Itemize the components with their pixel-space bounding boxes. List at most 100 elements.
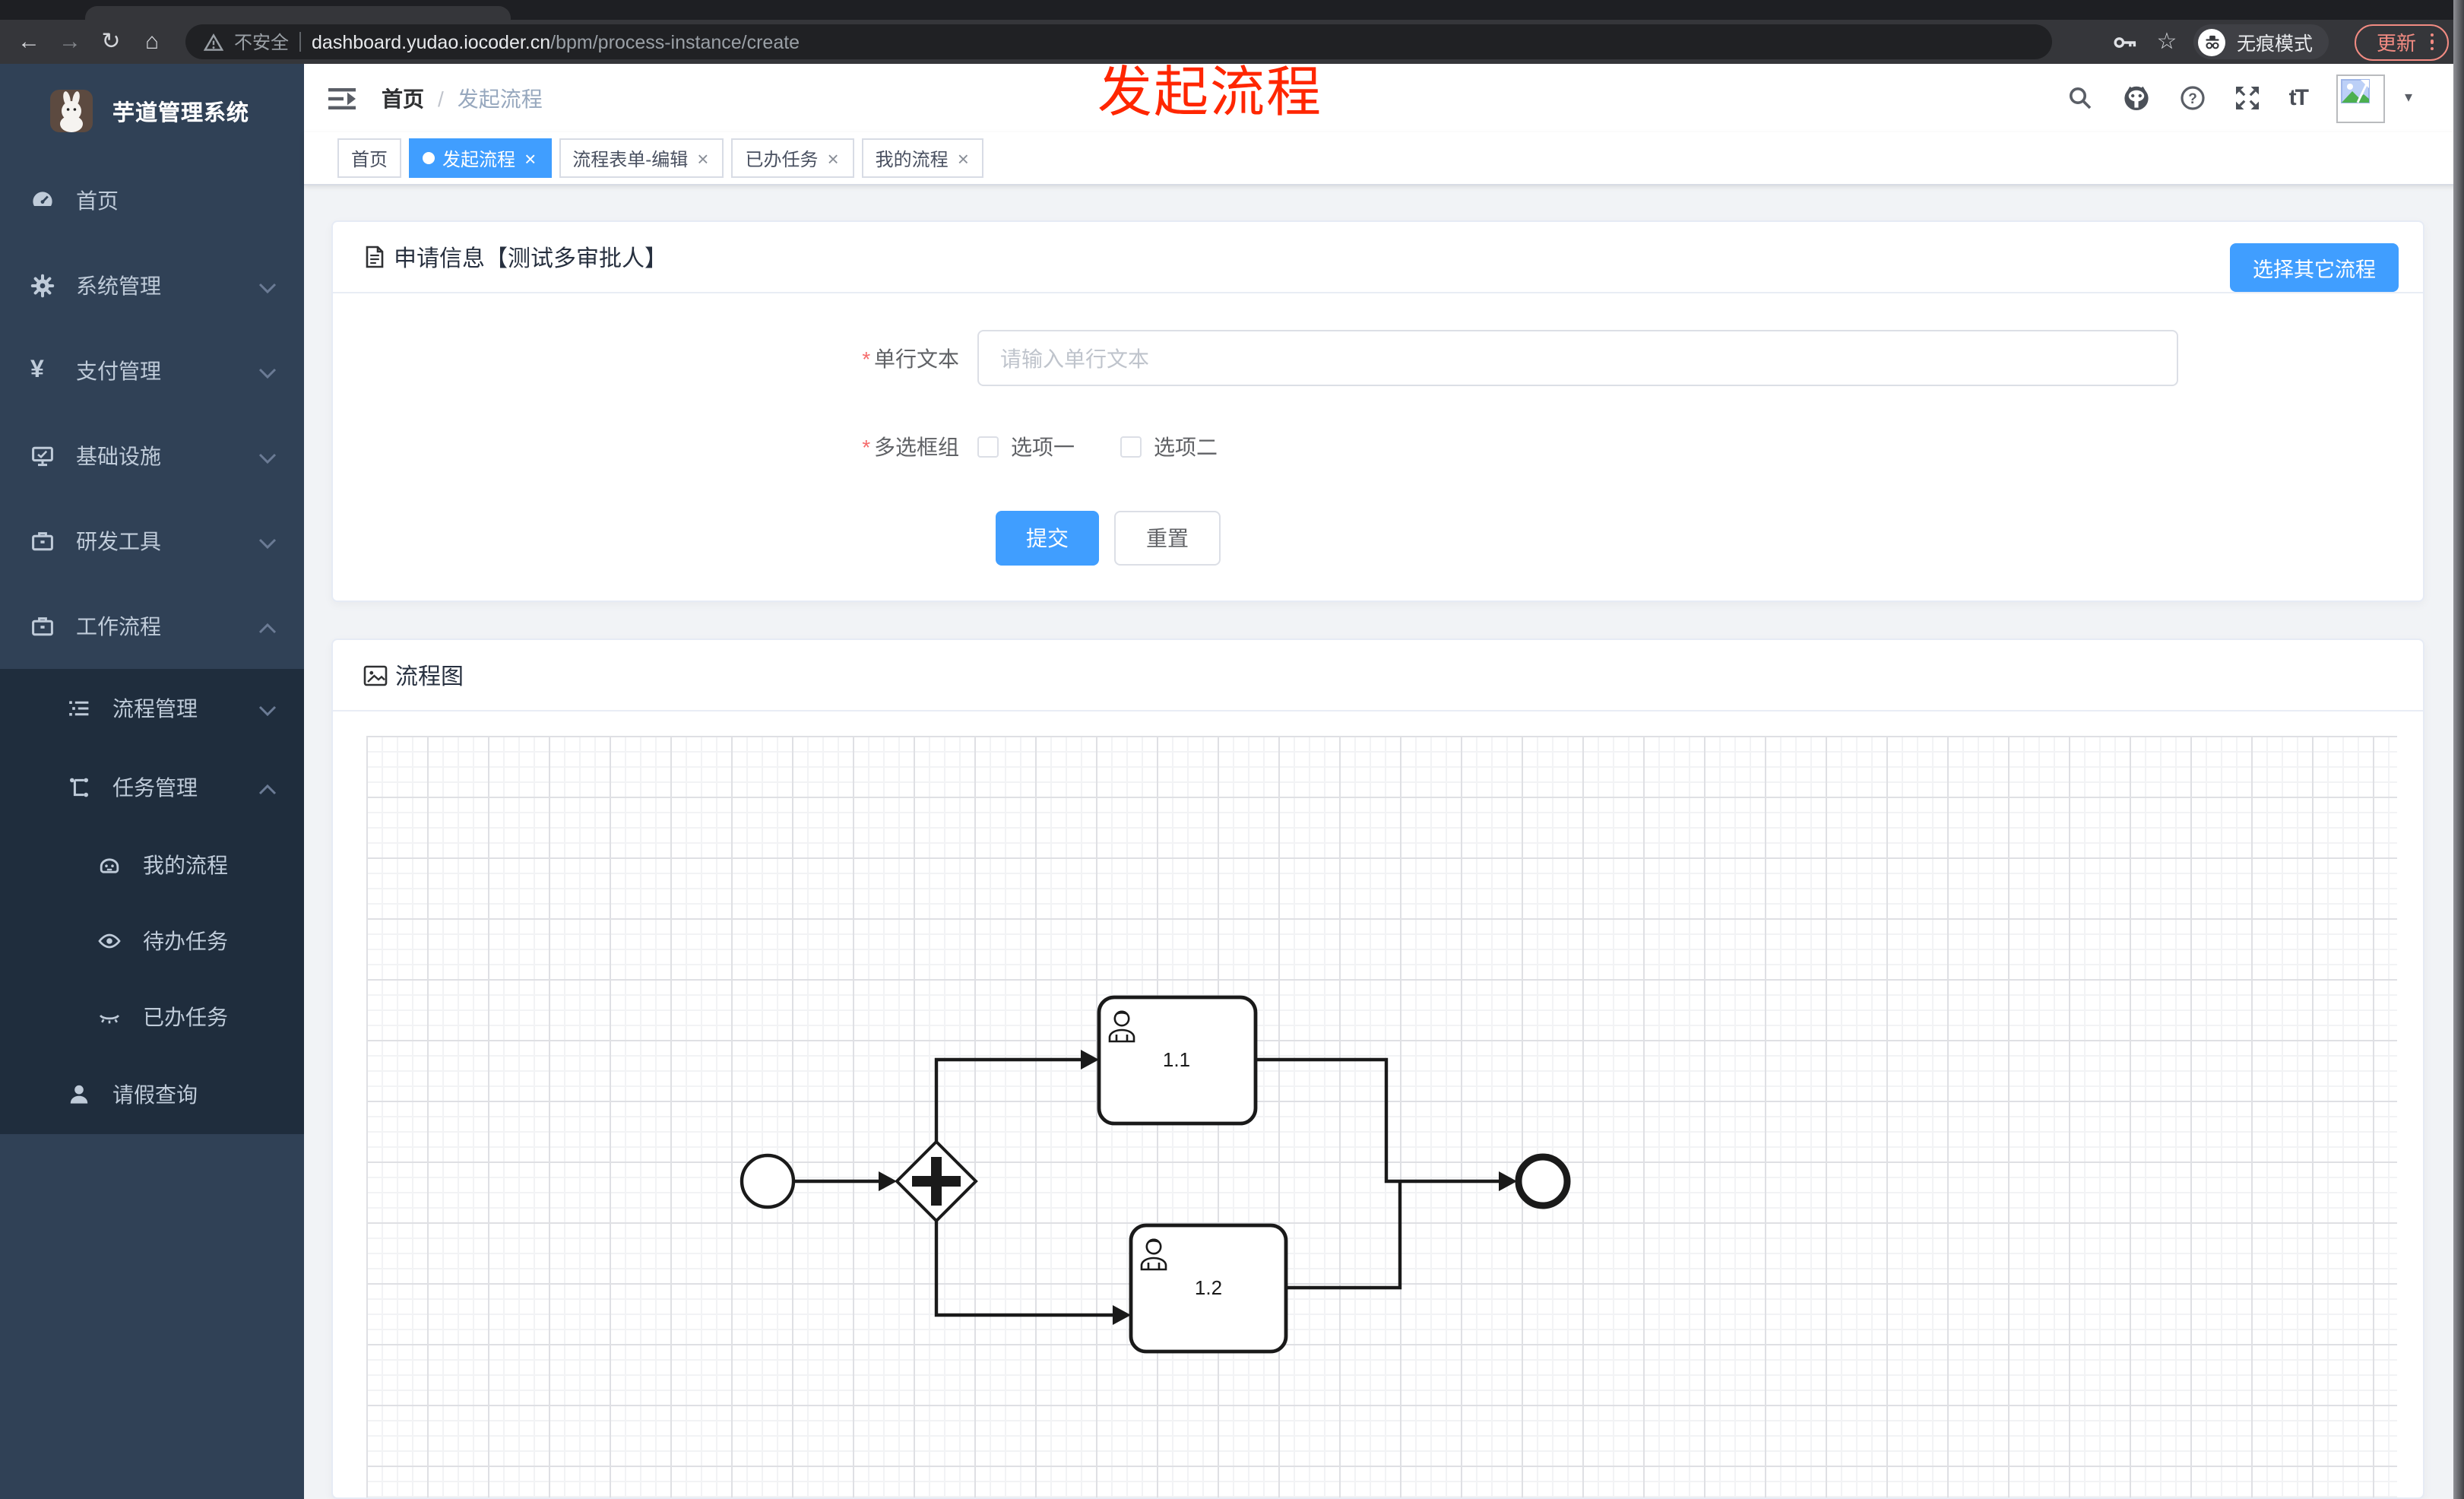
checkbox-option-1[interactable]: 选项一 bbox=[977, 432, 1075, 462]
bpmn-user-task-1-2[interactable]: 1.2 bbox=[1129, 1223, 1288, 1354]
apply-info-card: 申请信息【测试多审批人】 选择其它流程 *单行文本 *多选框组 选项一 bbox=[331, 220, 2424, 602]
sidebar-item-label: 首页 bbox=[76, 189, 119, 213]
breadcrumb-home[interactable]: 首页 bbox=[382, 83, 424, 113]
key-icon[interactable] bbox=[2114, 30, 2139, 54]
svg-text:?: ? bbox=[2188, 91, 2197, 107]
sidebar-item-label: 研发工具 bbox=[76, 529, 161, 553]
update-label: 更新 bbox=[2376, 32, 2416, 55]
font-size-icon[interactable]: tT bbox=[2289, 85, 2309, 111]
bpmn-user-task-1-1[interactable]: 1.1 bbox=[1097, 995, 1258, 1126]
sidebar-item-label: 工作流程 bbox=[76, 614, 161, 639]
sidebar-item-home[interactable]: 首页 bbox=[0, 158, 304, 243]
tab-start-process[interactable]: 发起流程 × bbox=[409, 138, 552, 178]
app-logo-row[interactable]: 芋道管理系统 bbox=[0, 64, 304, 158]
browser-active-tab[interactable] bbox=[85, 6, 511, 20]
sidebar-item-todo-tasks[interactable]: 待办任务 bbox=[0, 903, 304, 979]
checkbox-label: 选项一 bbox=[1011, 435, 1075, 459]
single-line-text-input[interactable] bbox=[977, 330, 2178, 386]
broken-image-icon bbox=[2340, 78, 2370, 103]
bpmn-end-event[interactable] bbox=[1515, 1153, 1571, 1209]
url-path: /bpm/process-instance/create bbox=[550, 31, 800, 52]
tab-label: 流程表单-编辑 bbox=[572, 148, 689, 170]
close-icon[interactable]: × bbox=[956, 148, 971, 168]
chevron-down-icon bbox=[258, 444, 277, 468]
robot-face-icon bbox=[97, 853, 122, 877]
search-icon[interactable] bbox=[2067, 85, 2093, 111]
bpmn-start-event[interactable] bbox=[740, 1153, 796, 1209]
checkbox-option-2[interactable]: 选项二 bbox=[1120, 432, 1218, 462]
user-icon bbox=[67, 1082, 91, 1107]
workflow-submenu: 流程管理 任务管理 我的流程 待办任务 已办任务 请假查询 bbox=[0, 669, 304, 1134]
help-icon[interactable]: ? bbox=[2180, 85, 2206, 111]
reload-icon[interactable]: ↻ bbox=[97, 30, 125, 53]
tab-my-process[interactable]: 我的流程 × bbox=[861, 138, 984, 178]
browser-update-button[interactable]: 更新 bbox=[2355, 24, 2449, 60]
bpmn-parallel-gateway[interactable] bbox=[895, 1139, 978, 1223]
checkbox-label: 选项二 bbox=[1154, 435, 1218, 459]
forward-icon[interactable]: → bbox=[56, 30, 84, 53]
choose-other-process-button[interactable]: 选择其它流程 bbox=[2230, 243, 2399, 292]
sidebar-item-my-process[interactable]: 我的流程 bbox=[0, 827, 304, 903]
sidebar-item-devtools[interactable]: 研发工具 bbox=[0, 499, 304, 584]
sidebar-item-done-tasks[interactable]: 已办任务 bbox=[0, 979, 304, 1055]
incognito-icon bbox=[2198, 28, 2226, 55]
tags-view-bar: 首页 发起流程 × 流程表单-编辑 × 已办任务 × 我的流程 × bbox=[304, 132, 2464, 185]
github-icon[interactable] bbox=[2122, 84, 2151, 113]
sidebar-item-infra[interactable]: 基础设施 bbox=[0, 414, 304, 499]
chevron-up-icon bbox=[258, 775, 277, 800]
chevron-down-icon bbox=[258, 696, 277, 721]
close-icon[interactable]: × bbox=[695, 148, 710, 168]
breadcrumb-current: 发起流程 bbox=[457, 86, 543, 110]
caret-down-icon[interactable]: ▾ bbox=[2405, 90, 2412, 106]
submit-button[interactable]: 提交 bbox=[996, 511, 1099, 566]
app-title: 芋道管理系统 bbox=[112, 101, 249, 125]
active-dot bbox=[423, 152, 435, 164]
form-row-text: * 单行文本 bbox=[333, 330, 2423, 386]
tab-label: 发起流程 bbox=[442, 148, 516, 170]
fullscreen-icon[interactable] bbox=[2234, 85, 2260, 111]
chevron-up-icon bbox=[258, 614, 277, 639]
card-header: 申请信息【测试多审批人】 bbox=[333, 222, 2423, 293]
tab-label: 已办任务 bbox=[745, 148, 819, 170]
sidebar-item-process-mgmt[interactable]: 流程管理 bbox=[0, 669, 304, 748]
incognito-label: 无痕模式 bbox=[2236, 33, 2313, 55]
sidebar-item-payment[interactable]: ¥ 支付管理 bbox=[0, 328, 304, 414]
home-icon[interactable]: ⌂ bbox=[138, 30, 166, 53]
tab-form-edit[interactable]: 流程表单-编辑 × bbox=[559, 138, 724, 178]
gear-icon bbox=[30, 274, 55, 298]
close-icon[interactable]: × bbox=[523, 148, 537, 168]
breadcrumb-separator: / bbox=[438, 86, 444, 110]
sidebar-item-label: 请假查询 bbox=[112, 1082, 198, 1107]
sidebar-item-leave-query[interactable]: 请假查询 bbox=[0, 1055, 304, 1134]
bpmn-diagram: 1.1 1.2 bbox=[740, 995, 1571, 1354]
sidebar-toggle-icon[interactable] bbox=[327, 86, 357, 110]
field-label: * 多选框组 bbox=[861, 435, 959, 459]
checkbox-icon[interactable] bbox=[977, 436, 999, 458]
sidebar-item-label: 支付管理 bbox=[76, 359, 161, 383]
reset-button[interactable]: 重置 bbox=[1114, 511, 1221, 566]
window-edge-scrollbar[interactable] bbox=[2453, 0, 2464, 1499]
sidebar-item-system[interactable]: 系统管理 bbox=[0, 243, 304, 328]
divider bbox=[299, 32, 302, 52]
user-avatar[interactable] bbox=[2336, 74, 2385, 122]
chevron-down-icon bbox=[258, 274, 277, 298]
sidebar-item-workflow[interactable]: 工作流程 bbox=[0, 584, 304, 669]
checkbox-icon[interactable] bbox=[1120, 436, 1142, 458]
close-icon[interactable]: × bbox=[825, 148, 840, 168]
tab-home[interactable]: 首页 bbox=[337, 138, 402, 178]
form-row-checkboxes: * 多选框组 选项一 选项二 bbox=[333, 432, 2423, 462]
menu-dots-icon[interactable] bbox=[2430, 33, 2434, 51]
sidebar-item-label: 已办任务 bbox=[143, 1005, 228, 1029]
sidebar-item-task-mgmt[interactable]: 任务管理 bbox=[0, 748, 304, 827]
back-icon[interactable]: ← bbox=[15, 30, 43, 53]
required-asterisk: * bbox=[861, 346, 869, 370]
briefcase-icon bbox=[30, 529, 55, 553]
tab-done-tasks[interactable]: 已办任务 × bbox=[731, 138, 854, 178]
bpmn-canvas[interactable]: 1.1 1.2 bbox=[366, 736, 2397, 1497]
document-icon bbox=[363, 245, 386, 269]
card-title: 流程图 bbox=[395, 664, 464, 689]
url-text[interactable]: dashboard.yudao.iocoder.cn/bpm/process-i… bbox=[312, 31, 800, 52]
security-label[interactable]: 不安全 bbox=[234, 29, 289, 55]
bookmark-star-icon[interactable]: ☆ bbox=[2153, 30, 2181, 53]
yen-icon: ¥ bbox=[30, 357, 44, 383]
